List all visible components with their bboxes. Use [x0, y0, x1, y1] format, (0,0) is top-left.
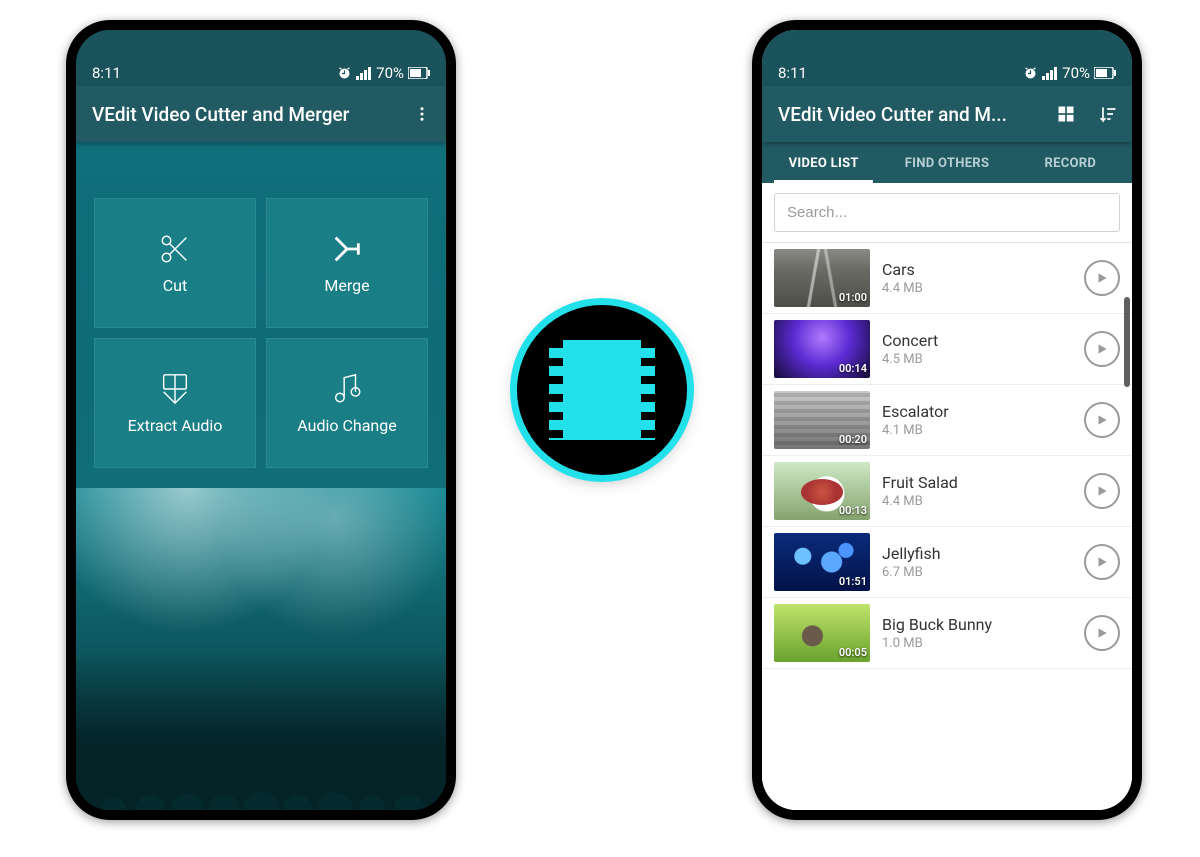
- signal-icon: [356, 67, 372, 80]
- scrollbar-thumb[interactable]: [1124, 297, 1130, 387]
- video-title: Escalator: [882, 402, 1072, 421]
- app-bar: VEdit Video Cutter and M...: [762, 86, 1132, 142]
- video-title: Concert: [882, 331, 1072, 350]
- video-thumbnail: 00:05: [774, 604, 870, 662]
- video-size: 4.4 MB: [882, 281, 1072, 296]
- tab-record-label: RECORD: [1044, 156, 1096, 171]
- tab-find-others[interactable]: FIND OTHERS: [885, 142, 1008, 183]
- video-duration: 00:13: [839, 504, 867, 517]
- sort-button[interactable]: [1094, 100, 1122, 128]
- merge-icon: [330, 232, 364, 266]
- video-duration: 01:51: [839, 575, 867, 588]
- video-size: 4.1 MB: [882, 423, 1072, 438]
- tab-video-list[interactable]: VIDEO LIST: [762, 142, 885, 183]
- play-icon: [1095, 271, 1109, 285]
- tab-find-others-label: FIND OTHERS: [905, 156, 990, 171]
- video-size: 6.7 MB: [882, 565, 1072, 580]
- video-title: Fruit Salad: [882, 473, 1072, 492]
- list-item[interactable]: 01:00 Cars 4.4 MB: [762, 243, 1132, 314]
- video-duration: 01:00: [839, 291, 867, 304]
- list-item[interactable]: 00:05 Big Buck Bunny 1.0 MB: [762, 598, 1132, 669]
- home-screen: Cut Merge Extract Audio Audio Change: [76, 142, 446, 810]
- status-bar: 8:11 70%: [76, 30, 446, 86]
- play-icon: [1095, 413, 1109, 427]
- alarm-icon: [337, 66, 352, 81]
- list-item[interactable]: 00:20 Escalator 4.1 MB: [762, 385, 1132, 456]
- play-icon: [1095, 626, 1109, 640]
- video-size: 1.0 MB: [882, 636, 1072, 651]
- phone-frame-right: 8:11 70% VEdit Video Cutter and M...: [752, 20, 1142, 820]
- app-title: VEdit Video Cutter and M...: [778, 103, 1052, 126]
- tile-extract-audio[interactable]: Extract Audio: [94, 338, 256, 468]
- status-time: 8:11: [778, 64, 807, 82]
- play-button[interactable]: [1084, 402, 1120, 438]
- list-item[interactable]: 00:13 Fruit Salad 4.4 MB: [762, 456, 1132, 527]
- video-thumbnail: 00:13: [774, 462, 870, 520]
- tile-cut-label: Cut: [163, 276, 187, 295]
- more-vert-icon: [413, 105, 431, 123]
- video-thumbnail: 01:51: [774, 533, 870, 591]
- video-thumbnail: 00:20: [774, 391, 870, 449]
- play-icon: [1095, 555, 1109, 569]
- status-time: 8:11: [92, 64, 121, 82]
- status-bar: 8:11 70%: [762, 30, 1132, 86]
- scrollbar[interactable]: [1124, 297, 1130, 802]
- grid-icon: [1056, 104, 1076, 124]
- overflow-menu-button[interactable]: [408, 100, 436, 128]
- background-image: [76, 488, 446, 810]
- extract-audio-icon: [158, 372, 192, 406]
- app-logo: [517, 305, 687, 475]
- tile-audio-change[interactable]: Audio Change: [266, 338, 428, 468]
- video-duration: 00:20: [839, 433, 867, 446]
- tile-cut[interactable]: Cut: [94, 198, 256, 328]
- battery-icon: [408, 67, 430, 79]
- video-title: Jellyfish: [882, 544, 1072, 563]
- video-thumbnail: 01:00: [774, 249, 870, 307]
- tile-merge-label: Merge: [324, 276, 369, 295]
- list-item[interactable]: 00:14 Concert 4.5 MB: [762, 314, 1132, 385]
- app-bar: VEdit Video Cutter and Merger: [76, 86, 446, 142]
- film-strip-icon: [563, 340, 641, 440]
- phone-frame-left: 8:11 70% VEdit Video Cutter and Merger: [66, 20, 456, 820]
- alarm-icon: [1023, 66, 1038, 81]
- sort-icon: [1098, 104, 1118, 124]
- video-title: Cars: [882, 260, 1072, 279]
- video-size: 4.5 MB: [882, 352, 1072, 367]
- video-title: Big Buck Bunny: [882, 615, 1072, 634]
- tab-video-list-label: VIDEO LIST: [789, 156, 859, 171]
- video-thumbnail: 00:14: [774, 320, 870, 378]
- scissors-icon: [158, 232, 192, 266]
- play-button[interactable]: [1084, 260, 1120, 296]
- video-size: 4.4 MB: [882, 494, 1072, 509]
- video-duration: 00:14: [839, 362, 867, 375]
- battery-text: 70%: [1062, 64, 1090, 82]
- app-title: VEdit Video Cutter and Merger: [92, 103, 408, 126]
- play-button[interactable]: [1084, 615, 1120, 651]
- tile-extract-audio-label: Extract Audio: [128, 416, 223, 435]
- grid-view-button[interactable]: [1052, 100, 1080, 128]
- play-icon: [1095, 484, 1109, 498]
- video-list[interactable]: 01:00 Cars 4.4 MB 00:14 Concert 4.5 MB 00:…: [762, 243, 1132, 810]
- play-icon: [1095, 342, 1109, 356]
- video-duration: 00:05: [839, 646, 867, 659]
- list-item[interactable]: 01:51 Jellyfish 6.7 MB: [762, 527, 1132, 598]
- music-note-icon: [330, 372, 364, 406]
- search-input[interactable]: [774, 193, 1120, 232]
- tab-bar: VIDEO LIST FIND OTHERS RECORD: [762, 142, 1132, 183]
- tile-audio-change-label: Audio Change: [297, 416, 396, 435]
- play-button[interactable]: [1084, 544, 1120, 580]
- battery-text: 70%: [376, 64, 404, 82]
- play-button[interactable]: [1084, 331, 1120, 367]
- tab-record[interactable]: RECORD: [1009, 142, 1132, 183]
- play-button[interactable]: [1084, 473, 1120, 509]
- tile-merge[interactable]: Merge: [266, 198, 428, 328]
- battery-icon: [1094, 67, 1116, 79]
- video-list-screen: 01:00 Cars 4.4 MB 00:14 Concert 4.5 MB 00:…: [762, 183, 1132, 810]
- signal-icon: [1042, 67, 1058, 80]
